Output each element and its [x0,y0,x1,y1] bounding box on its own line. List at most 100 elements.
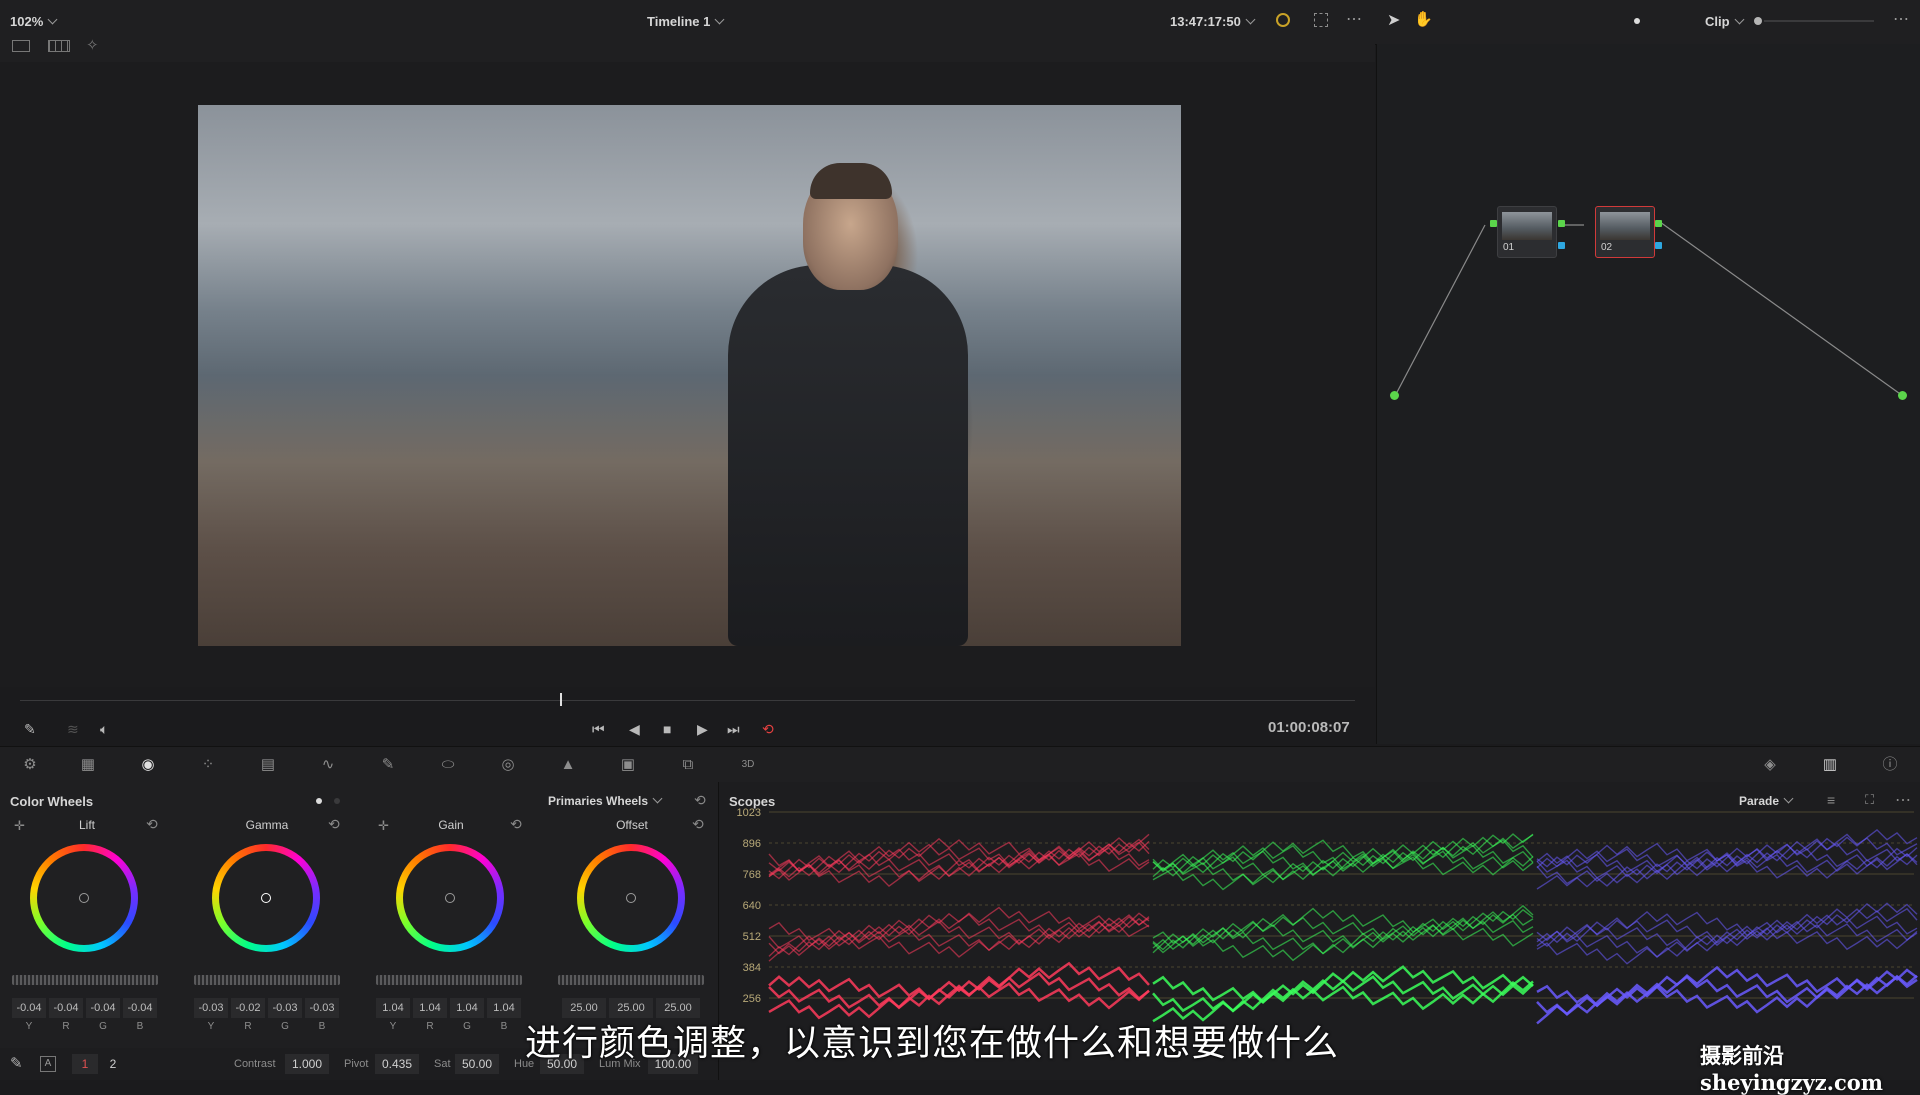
pivot-label: Pivot [344,1058,369,1070]
go-to-end-icon[interactable]: ⏭︎ [727,719,740,739]
magic-wand-icon[interactable]: ✧ [86,36,99,54]
contrast-field[interactable]: 1.000 [285,1054,329,1074]
gain-master-slider[interactable] [376,975,522,985]
gamma-wheel[interactable] [212,844,320,952]
info-icon[interactable]: ⓘ [1880,755,1900,775]
gamma-g[interactable]: -0.03 [268,998,302,1018]
picker-icon[interactable]: ✛ [378,818,389,834]
offset-wheel[interactable] [577,844,685,952]
lift-b[interactable]: -0.04 [123,998,157,1018]
gain-wheel-handle[interactable] [445,893,455,903]
reset-all-icon[interactable]: ⟲ [694,792,706,809]
go-to-start-icon[interactable]: ⏮︎ [592,719,605,739]
offset-reset-icon[interactable]: ⟲ [692,816,704,833]
picker-icon[interactable]: ✛ [14,818,25,834]
gamma-wheel-handle[interactable] [261,893,271,903]
zoom-dropdown[interactable]: 102% [10,14,58,29]
clip-mode: Clip [1705,14,1730,29]
rgb-output-port[interactable] [1655,220,1662,227]
gain-reset-icon[interactable]: ⟲ [510,816,522,833]
node-thumbnail [1502,212,1552,240]
layers-icon[interactable]: ≋ [67,719,79,739]
gamma-reset-icon[interactable]: ⟲ [328,816,340,833]
auto-balance-icon[interactable]: ✎ [10,1054,23,1072]
input-node-dot[interactable] [1390,391,1399,400]
hand-tool-icon[interactable]: ✋ [1414,10,1433,28]
scopes-icon[interactable]: ▥ [1820,755,1840,775]
zoom-slider-handle[interactable] [1754,17,1762,25]
lift-g[interactable]: -0.04 [86,998,120,1018]
clip-dropdown[interactable]: Clip [1705,14,1745,29]
scrubber-track[interactable] [20,700,1355,701]
scope-scale-label: 256 [743,993,761,1005]
gallery-grid-icon[interactable] [48,40,70,52]
page-2-button[interactable]: 2 [100,1054,126,1074]
node-connections [1394,221,1904,397]
offset-wheel-handle[interactable] [626,893,636,903]
page-dot-active[interactable] [316,798,322,804]
gain-wheel[interactable] [396,844,504,952]
gain-b[interactable]: 1.04 [487,998,521,1018]
pointer-tool-icon[interactable]: ➤ [1387,10,1400,30]
color-match-icon[interactable]: ▦ [78,755,98,775]
blur-icon[interactable]: ▲ [558,755,578,775]
chevron-down-icon [714,14,725,25]
playhead[interactable] [560,693,562,706]
zoom-slider[interactable] [1764,20,1874,22]
step-back-icon[interactable]: ◀ [629,719,640,739]
gain-g[interactable]: 1.04 [450,998,484,1018]
page-1-button[interactable]: 1 [72,1054,98,1074]
color-swirl-icon[interactable] [1276,13,1290,27]
gamma-y[interactable]: -0.03 [194,998,228,1018]
motion-effects-icon[interactable]: ▤ [258,755,278,775]
single-viewer-icon[interactable] [12,40,30,52]
lift-reset-icon[interactable]: ⟲ [146,816,158,833]
node-02[interactable]: 02 [1595,206,1655,258]
lift-wheel[interactable] [30,844,138,952]
key-output-port[interactable] [1655,242,1662,249]
camera-raw-icon[interactable]: ⚙ [20,755,40,775]
key-output-port[interactable] [1558,242,1565,249]
zoom-value: 102% [10,14,44,29]
output-node-dot[interactable] [1898,391,1907,400]
timeline-dropdown[interactable]: Timeline 1 [647,14,725,29]
gamma-master-slider[interactable] [194,975,340,985]
stop-icon[interactable]: ■ [663,719,671,739]
curves-icon[interactable]: ∿ [318,755,338,775]
sat-field[interactable]: 50.00 [455,1054,499,1074]
window-icon[interactable]: ⬭ [438,755,458,775]
rgb-input-port[interactable] [1490,220,1497,227]
play-icon[interactable]: ▶ [697,719,708,739]
gain-r[interactable]: 1.04 [413,998,447,1018]
lift-wheel-handle[interactable] [79,893,89,903]
3d-icon[interactable]: 3D [738,755,758,775]
speaker-icon[interactable]: 🔈︎ [100,719,108,739]
gain-y[interactable]: 1.04 [376,998,410,1018]
fullscreen-icon[interactable] [1314,13,1328,27]
auto-color-icon[interactable]: A [40,1056,56,1072]
keyframes-icon[interactable]: ◈ [1760,755,1780,775]
node-01[interactable]: 01 [1497,206,1557,258]
key-icon[interactable]: ▣ [618,755,638,775]
color-wheels-icon[interactable]: ◉ [138,755,158,775]
gamma-r[interactable]: -0.02 [231,998,265,1018]
timecode-dropdown[interactable]: 13:47:17:50 [1170,14,1256,29]
rgb-mixer-icon[interactable]: ⁘ [198,755,218,775]
loop-icon[interactable]: ⟲ [762,719,774,739]
more-options-icon[interactable]: ⋯ [1346,9,1362,29]
lift-y[interactable]: -0.04 [12,998,46,1018]
mode-dropdown[interactable]: Primaries Wheels [548,793,663,808]
lift-r[interactable]: -0.04 [49,998,83,1018]
qualifier-icon[interactable]: ✎ [378,755,398,775]
pivot-field[interactable]: 0.435 [375,1054,419,1074]
node-more-options-icon[interactable]: ⋯ [1893,9,1909,29]
eyedropper-icon[interactable]: ✎ [24,719,36,739]
tracker-icon[interactable]: ◎ [498,755,518,775]
lift-master-slider[interactable] [12,975,158,985]
offset-master-slider[interactable] [558,975,704,985]
video-frame[interactable] [198,105,1181,646]
sizing-icon[interactable]: ⧉ [678,755,698,775]
gamma-b[interactable]: -0.03 [305,998,339,1018]
page-dot[interactable] [334,798,340,804]
rgb-output-port[interactable] [1558,220,1565,227]
